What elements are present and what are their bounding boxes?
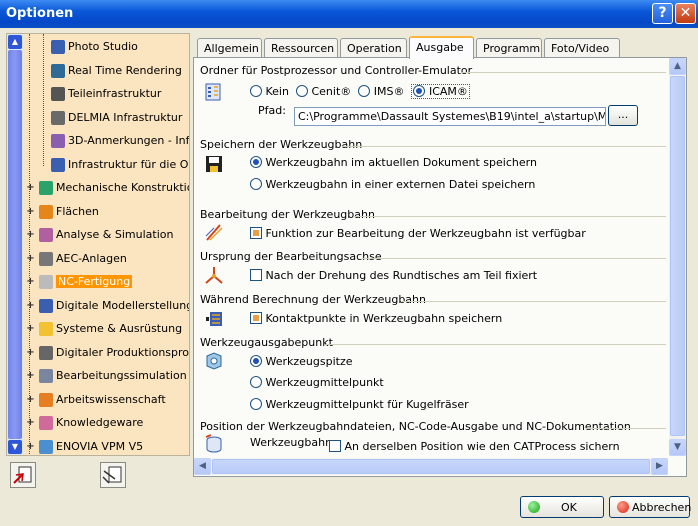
folder-config-icon (205, 83, 221, 101)
toolpath-edit-icon (205, 224, 223, 241)
export-settings-button[interactable] (100, 462, 126, 488)
scroll-down-icon[interactable]: ▼ (669, 439, 686, 456)
aec-icon (39, 251, 53, 266)
contact-points-icon (206, 312, 222, 326)
expand-icon[interactable]: + (26, 418, 35, 428)
radio-save-current-document[interactable]: Werkzeugbahn im aktuellen Dokument speic… (250, 156, 537, 169)
scroll-right-icon[interactable]: ▶ (651, 458, 668, 475)
close-button[interactable]: ✕ (675, 3, 696, 24)
options-tree[interactable]: ▲ ▼ Photo Studio Real Time Rendering Teile… (6, 33, 190, 456)
tool-icon (206, 352, 222, 370)
expand-icon[interactable]: + (26, 394, 35, 404)
nc-icon (39, 275, 53, 289)
export-icon (102, 466, 122, 484)
systems-icon (39, 322, 53, 336)
radio-kein[interactable]: Kein (250, 85, 289, 98)
section-title-edit-toolpath: Bearbeitung der Werkzeugbahn (200, 208, 375, 221)
browse-button[interactable]: ... (608, 105, 638, 126)
scroll-up-icon[interactable]: ▲ (669, 58, 686, 75)
photo-studio-icon (51, 40, 65, 54)
path-input[interactable]: C:\Programme\Dassault Systemes\B19\intel… (294, 107, 606, 126)
scroll-down-icon[interactable]: ▼ (8, 440, 22, 454)
delmia-icon (51, 110, 65, 125)
tree-scroll-thumb[interactable] (8, 50, 22, 439)
section-title-axis-origin: Ursprung der Bearbeitungsachse (200, 250, 382, 263)
tab-ausgabe[interactable]: Ausgabe (409, 36, 474, 59)
vertical-scroll-thumb[interactable] (670, 76, 685, 436)
window-title: Optionen (6, 6, 74, 21)
expand-icon[interactable]: + (26, 300, 35, 310)
tree-scrollbar[interactable]: ▲ ▼ (7, 34, 23, 455)
ergonomics-icon (39, 392, 53, 407)
chk-toolpath-edit-available[interactable]: Funktion zur Bearbeitung der Werkzeugbah… (250, 227, 586, 240)
analysis-icon (39, 228, 53, 242)
cancel-button[interactable]: Abbrechen (609, 496, 691, 518)
scroll-up-icon[interactable]: ▲ (8, 35, 22, 49)
tab-allgemein[interactable]: Allgemein (197, 38, 262, 58)
expand-icon[interactable]: + (26, 347, 35, 357)
postprocessor-radio-group: Kein Cenit® IMS® ICAM® (250, 84, 470, 99)
gear-icon (51, 87, 65, 101)
mechanical-icon (39, 181, 53, 195)
tab-programm[interactable]: Programm (476, 38, 542, 58)
infrastructure-icon (51, 157, 65, 172)
machining-sim-icon (39, 369, 53, 383)
tab-ressourcen[interactable]: Ressourcen (264, 38, 338, 58)
radio-ims[interactable]: IMS® (358, 85, 404, 98)
expand-icon[interactable]: + (26, 253, 35, 263)
surface-icon (39, 204, 53, 219)
panel-horizontal-scrollbar[interactable]: ◀ ▶ (194, 458, 668, 475)
chk-fixed-after-rotary-table[interactable]: Nach der Drehung des Rundtisches am Teil… (250, 269, 537, 282)
section-title-compute: Während Berechnung der Werkzeugbahn (200, 293, 426, 306)
horizontal-scroll-thumb[interactable] (212, 459, 650, 474)
panel-vertical-scrollbar[interactable]: ▲ ▼ (669, 58, 686, 456)
scroll-left-icon[interactable]: ◀ (194, 458, 211, 475)
cancel-icon (617, 501, 629, 513)
radio-icam[interactable]: ICAM® (411, 84, 470, 99)
section-title-save-toolpath: Speichern der Werkzeugbahn (200, 138, 363, 151)
expand-icon[interactable]: + (26, 371, 35, 381)
help-button[interactable]: ? (652, 3, 673, 24)
radio-tool-center[interactable]: Werkzeugmittelpunkt (250, 376, 384, 389)
tab-panel-ausgabe: Ordner für Postprozessor und Controller-… (193, 57, 687, 477)
axis-system-icon (205, 267, 223, 284)
section-title-output-point: Werkzeugausgabepunkt (200, 336, 333, 349)
toolpath-position-label: Werkzeugbahn: (250, 436, 336, 449)
expand-icon[interactable]: + (26, 441, 35, 451)
tab-operation[interactable]: Operation (340, 38, 407, 58)
expand-icon[interactable]: + (26, 324, 35, 334)
save-icon (206, 156, 222, 172)
path-label: Pfad: (258, 104, 286, 117)
expand-icon[interactable]: + (26, 277, 35, 287)
expand-icon[interactable]: + (26, 206, 35, 216)
digital-model-icon (39, 298, 53, 313)
title-bar: Optionen ? ✕ (0, 0, 698, 28)
annotation-icon (51, 134, 65, 148)
expand-icon[interactable]: + (26, 183, 35, 193)
radio-tool-center-ball[interactable]: Werkzeugmittelpunkt für Kugelfräser (250, 398, 469, 411)
chk-same-position-catprocess[interactable]: An derselben Position wie den CATProcess… (329, 440, 620, 453)
rendering-icon (51, 63, 65, 78)
knowledgeware-icon (39, 416, 53, 430)
radio-cenit[interactable]: Cenit® (295, 85, 351, 98)
radio-save-external-file[interactable]: Werkzeugbahn in einer externen Datei spe… (250, 178, 535, 191)
tab-foto-video[interactable]: Foto/Video (544, 38, 620, 58)
expand-icon[interactable]: + (26, 230, 35, 240)
section-title-postprocessor: Ordner für Postprozessor und Controller-… (200, 64, 473, 77)
ok-button[interactable]: OK (520, 496, 604, 518)
ok-icon (528, 501, 540, 513)
database-icon (205, 434, 222, 453)
section-title-position: Position der Werkzeugbahndateien, NC-Cod… (200, 420, 631, 433)
production-icon (39, 345, 53, 360)
enovia-icon (39, 439, 53, 454)
import-settings-button[interactable] (10, 462, 36, 488)
chk-save-contact-points[interactable]: Kontaktpunkte in Werkzeugbahn speichern (250, 312, 502, 325)
import-icon (13, 466, 32, 484)
radio-tool-tip[interactable]: Werkzeugspitze (250, 355, 353, 368)
